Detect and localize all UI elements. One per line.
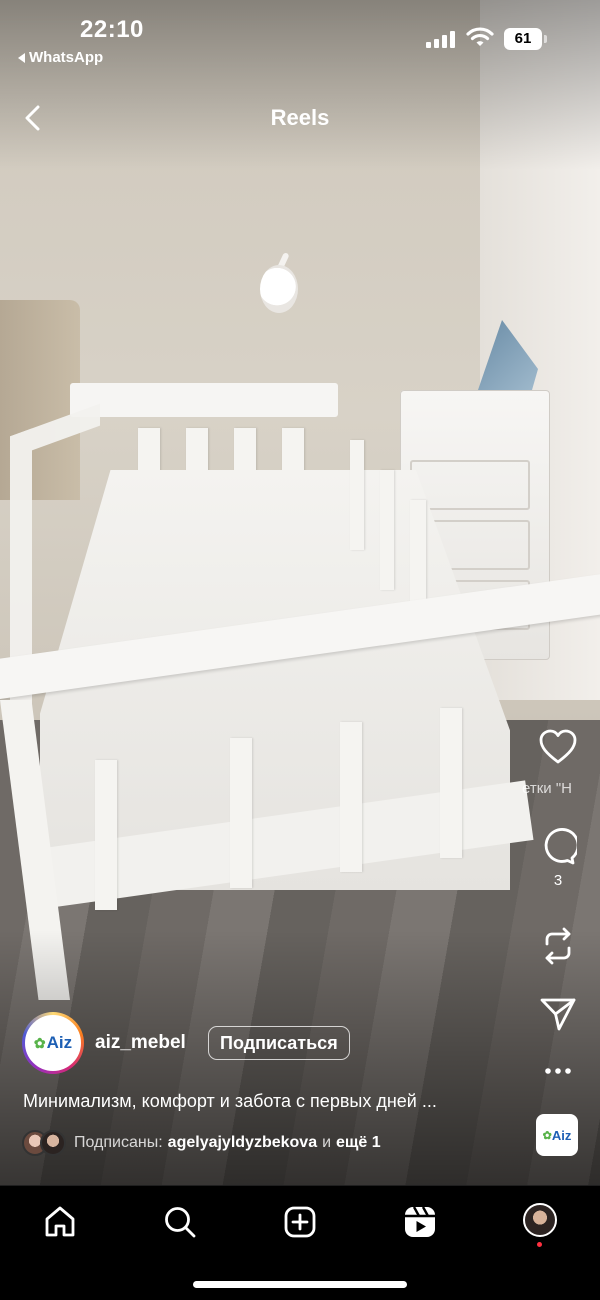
comment-button[interactable]: 3	[534, 828, 582, 889]
followed-by-more: ещё 1	[336, 1134, 381, 1151]
tab-create[interactable]	[280, 1202, 320, 1242]
send-icon	[540, 998, 576, 1031]
cellular-signal-icon	[426, 30, 455, 48]
scene-bed-headboard	[70, 383, 338, 417]
leaf-icon: ✿	[542, 1129, 552, 1142]
back-triangle-icon	[18, 52, 25, 63]
reel-video[interactable]	[0, 0, 600, 1185]
tab-search[interactable]	[160, 1202, 200, 1242]
scene-drawer	[410, 460, 530, 510]
remix-button[interactable]	[534, 926, 582, 966]
author-avatar[interactable]: ✿ Aiz	[22, 1012, 84, 1074]
repost-icon	[545, 927, 571, 965]
more-options-button[interactable]	[534, 1066, 582, 1076]
scene-bed-slat	[380, 470, 394, 590]
follower-username: agelyajyldyzbekova	[167, 1134, 318, 1151]
scene-bed-slat	[230, 738, 252, 888]
leaf-icon: ✿	[33, 1034, 46, 1051]
comment-count: 3	[553, 872, 563, 889]
scene-bed-slat	[95, 760, 117, 910]
more-dots-icon	[545, 1068, 571, 1074]
tab-reels[interactable]	[400, 1202, 440, 1242]
page-title: Reels	[270, 105, 330, 130]
follow-button[interactable]: Подписаться	[208, 1026, 350, 1060]
tab-profile-avatar[interactable]	[523, 1203, 557, 1237]
followed-by-conjunction: и	[322, 1134, 332, 1151]
scene-bed-slat	[350, 440, 364, 550]
post-caption[interactable]: Минимализм, комфорт и забота с первых дн…	[23, 1091, 513, 1112]
wifi-icon	[466, 27, 494, 46]
battery-indicator: 61	[504, 28, 547, 50]
home-indicator	[193, 1281, 407, 1288]
followed-by-row[interactable]: Подписаны: agelyajyldyzbekova и ещё 1	[22, 1128, 381, 1158]
back-to-app-label: WhatsApp	[29, 49, 104, 66]
follower-avatar	[40, 1130, 66, 1156]
overlay-text: етки "Н	[522, 780, 572, 797]
share-button[interactable]	[534, 995, 582, 1033]
scene-bed-slat	[440, 708, 462, 858]
comment-icon	[544, 828, 577, 865]
like-button[interactable]	[534, 728, 582, 766]
followed-by-label: Подписаны:	[74, 1134, 163, 1151]
scene-lamp	[260, 265, 298, 313]
scene-bed-slat	[340, 722, 362, 872]
author-username[interactable]: aiz_mebel	[95, 1032, 186, 1054]
author-logo: ✿ Aiz	[25, 1015, 81, 1071]
create-icon	[284, 1206, 316, 1238]
home-icon	[45, 1206, 75, 1237]
status-time: 22:10	[80, 16, 144, 43]
back-to-app-link[interactable]: WhatsApp	[18, 49, 103, 66]
reels-icon	[405, 1206, 435, 1237]
tab-home[interactable]	[40, 1202, 80, 1242]
notification-dot	[537, 1242, 542, 1247]
search-icon	[165, 1207, 196, 1238]
audio-thumbnail[interactable]: ✿ Aiz	[536, 1114, 578, 1156]
heart-icon	[539, 729, 577, 764]
